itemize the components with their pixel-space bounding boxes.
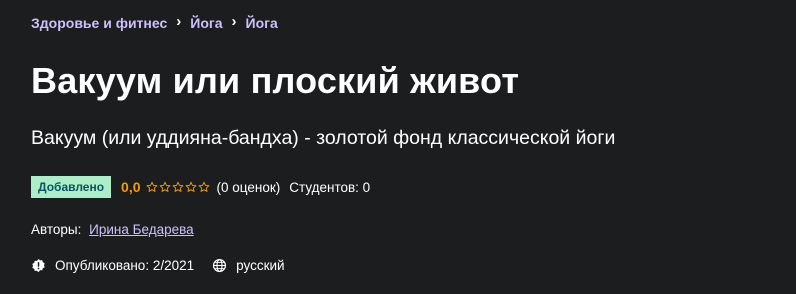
breadcrumb-item-yoga[interactable]: Йога [190, 15, 222, 31]
rating-row: Добавлено 0,0 (0 оценок) Студентов: 0 [31, 176, 370, 198]
students-count: Студентов: 0 [289, 179, 371, 195]
breadcrumb-item-yoga-topic[interactable]: Йога [246, 15, 278, 31]
breadcrumb-item-health-fitness[interactable]: Здоровье и фитнес [31, 15, 167, 31]
course-meta: Опубликовано: 2/2021 русский [31, 258, 285, 273]
alert-badge-icon [32, 258, 45, 273]
star-rating [146, 181, 211, 193]
star-outline-icon [185, 181, 196, 192]
course-subtitle: Вакуум (или уддияна-бандха) - золотой фо… [31, 127, 616, 149]
published-info: Опубликовано: 2/2021 [31, 258, 194, 273]
globe-icon [213, 258, 227, 273]
rating-value: 0,0 [121, 179, 141, 195]
star-outline-icon [198, 181, 209, 192]
authors-line: Авторы: Ирина Бедарева [31, 222, 194, 237]
rating-count-link[interactable]: (0 оценок) [217, 180, 281, 195]
course-header: Здоровье и фитнес › Йога › Йога Вакуум и… [31, 0, 796, 294]
course-language: русский [236, 258, 285, 273]
status-badge: Добавлено [31, 176, 112, 198]
breadcrumb-separator-icon: › [176, 13, 182, 30]
star-outline-icon [146, 181, 157, 192]
star-outline-icon [172, 181, 183, 192]
authors-label: Авторы: [31, 222, 82, 237]
star-outline-icon [159, 181, 170, 192]
course-title: Вакуум или плоский живот [31, 60, 520, 101]
breadcrumb-separator-icon: › [231, 13, 237, 30]
breadcrumb: Здоровье и фитнес › Йога › Йога [31, 13, 278, 31]
language-info: русский [212, 258, 285, 273]
author-link[interactable]: Ирина Бедарева [89, 222, 193, 237]
published-date: Опубликовано: 2/2021 [55, 258, 195, 273]
